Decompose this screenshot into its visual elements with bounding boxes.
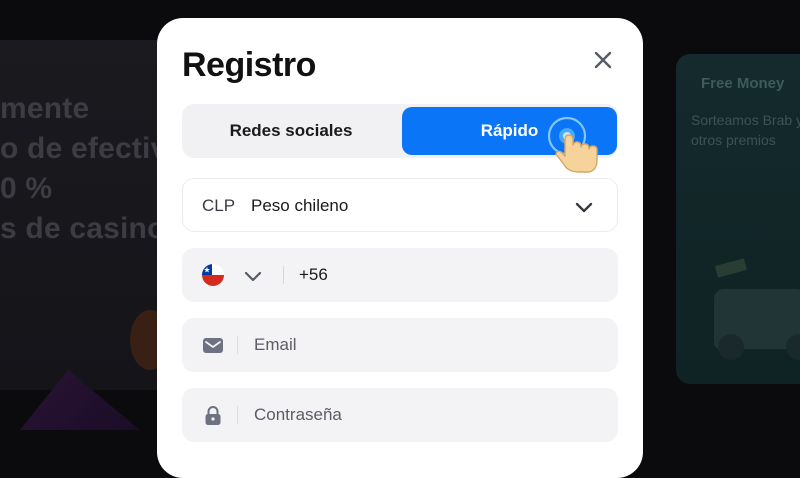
phone-field[interactable]: +56 xyxy=(182,248,618,302)
lock-icon xyxy=(205,406,221,425)
currency-select[interactable]: CLP Peso chileno xyxy=(182,178,618,232)
email-field-wrapper xyxy=(182,318,618,372)
promo-description: Sorteamos Brab y otros premios xyxy=(691,112,800,148)
hero-text-line: mente xyxy=(0,92,90,125)
promo-title: Free Money xyxy=(701,75,785,92)
car-wheel xyxy=(718,334,744,360)
phone-prefix: +56 xyxy=(299,265,328,284)
promo-card: Free Money Sorteamos Brab y otros premio… xyxy=(676,54,800,384)
password-field-wrapper xyxy=(182,388,618,442)
chevron-down-icon xyxy=(575,202,593,213)
currency-name: Peso chileno xyxy=(251,196,349,215)
divider xyxy=(237,336,238,354)
envelope-icon xyxy=(203,338,223,353)
password-input[interactable] xyxy=(254,398,594,432)
close-button[interactable] xyxy=(589,46,617,74)
hero-text-line: o de efectiv xyxy=(0,132,168,165)
divider xyxy=(283,266,284,284)
close-icon xyxy=(594,51,612,69)
chile-flag-icon xyxy=(202,264,224,286)
registration-modal: Registro Redes sociales Rápido CLP Peso … xyxy=(157,18,643,478)
car-wheel xyxy=(786,334,800,360)
hero-decoration xyxy=(20,370,140,430)
tab-social-networks[interactable]: Redes sociales xyxy=(182,104,400,158)
country-chevron-down-icon[interactable] xyxy=(242,265,264,287)
hero-text-line: s de casino xyxy=(0,212,166,245)
currency-code: CLP xyxy=(202,196,236,215)
registration-tabs: Redes sociales Rápido xyxy=(182,104,618,158)
hero-text-line: 0 % xyxy=(0,172,53,205)
email-input[interactable] xyxy=(254,328,594,362)
money-illustration xyxy=(714,258,748,278)
divider xyxy=(237,406,238,424)
modal-title: Registro xyxy=(182,46,316,84)
tab-quick[interactable]: Rápido xyxy=(402,107,617,155)
